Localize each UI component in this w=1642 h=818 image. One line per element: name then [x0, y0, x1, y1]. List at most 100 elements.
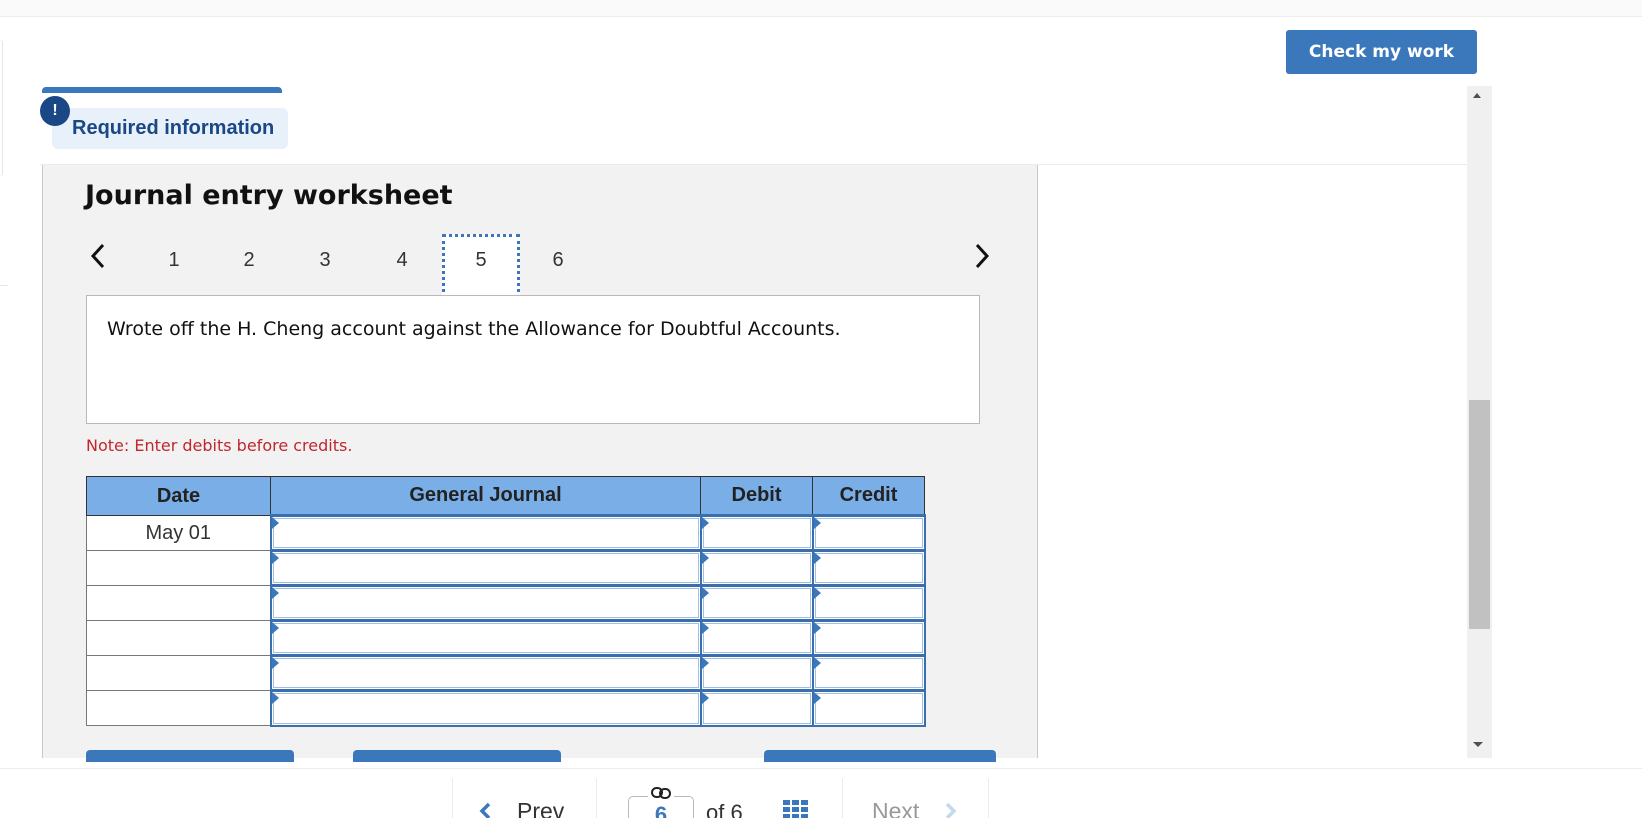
- date-cell[interactable]: [86, 550, 271, 586]
- record-entry-button[interactable]: [86, 750, 294, 762]
- dropdown-flag-icon: [271, 587, 279, 599]
- credit-cell[interactable]: [811, 619, 926, 657]
- dropdown-flag-icon: [271, 692, 279, 704]
- grid-icon[interactable]: [783, 800, 809, 818]
- worksheet-title: Journal entry worksheet: [85, 180, 453, 211]
- debit-input[interactable]: [702, 693, 811, 724]
- general-journal-cell[interactable]: [269, 549, 702, 587]
- scroll-up-arrow-icon[interactable]: [1473, 93, 1481, 98]
- step-6[interactable]: 6: [519, 234, 597, 298]
- footer-separator: [596, 778, 597, 818]
- debit-cell[interactable]: [699, 584, 814, 622]
- dropdown-flag-icon: [701, 552, 709, 564]
- debit-input[interactable]: [702, 553, 811, 583]
- dropdown-flag-icon: [813, 622, 821, 634]
- step-1[interactable]: 1: [135, 234, 213, 298]
- step-2[interactable]: 2: [210, 234, 288, 298]
- page-count-label: of 6: [706, 800, 743, 818]
- general-journal-cell[interactable]: [269, 619, 702, 657]
- credit-cell[interactable]: [811, 689, 926, 727]
- debit-cell[interactable]: [699, 549, 814, 587]
- footer-separator: [452, 778, 453, 818]
- general-journal-input[interactable]: [272, 588, 699, 618]
- dropdown-flag-icon: [701, 517, 709, 529]
- required-info-tab-bar: [42, 87, 282, 93]
- step-3[interactable]: 3: [286, 234, 364, 298]
- chevron-left-icon[interactable]: [478, 802, 492, 818]
- credit-cell[interactable]: [811, 549, 926, 587]
- dropdown-flag-icon: [813, 517, 821, 529]
- general-journal-cell[interactable]: [269, 514, 702, 552]
- scroll-down-arrow-icon[interactable]: [1473, 742, 1483, 747]
- table-row: May 01: [86, 514, 926, 552]
- step-5-active[interactable]: 5: [442, 234, 520, 298]
- dropdown-flag-icon: [271, 622, 279, 634]
- credit-input[interactable]: [814, 518, 923, 548]
- debit-input[interactable]: [702, 588, 811, 618]
- view-general-journal-button[interactable]: [764, 750, 996, 762]
- general-journal-input[interactable]: [272, 518, 699, 548]
- dropdown-flag-icon: [813, 657, 821, 669]
- column-header-debit: Debit: [700, 476, 813, 516]
- credit-cell[interactable]: [811, 654, 926, 692]
- left-frame-edge: [0, 40, 3, 176]
- prev-button[interactable]: Prev: [517, 798, 564, 818]
- general-journal-input[interactable]: [272, 553, 699, 583]
- general-journal-input[interactable]: [272, 658, 699, 688]
- left-frame-line: [0, 285, 8, 286]
- date-cell[interactable]: [86, 585, 271, 621]
- debit-input[interactable]: [702, 623, 811, 653]
- credit-input[interactable]: [814, 588, 923, 618]
- transaction-description: Wrote off the H. Cheng account against t…: [107, 318, 841, 340]
- debit-cell[interactable]: [699, 514, 814, 552]
- dropdown-flag-icon: [271, 657, 279, 669]
- date-cell[interactable]: May 01: [86, 515, 271, 551]
- debits-note: Note: Enter debits before credits.: [86, 436, 353, 455]
- dropdown-flag-icon: [701, 657, 709, 669]
- credit-input[interactable]: [814, 693, 923, 724]
- date-cell[interactable]: [86, 690, 271, 726]
- general-journal-cell[interactable]: [269, 654, 702, 692]
- debit-cell[interactable]: [699, 654, 814, 692]
- exclamation-icon: !: [40, 96, 70, 126]
- general-journal-cell[interactable]: [269, 689, 702, 727]
- credit-input[interactable]: [814, 658, 923, 688]
- general-journal-input[interactable]: [272, 623, 699, 653]
- credit-cell[interactable]: [811, 584, 926, 622]
- general-journal-cell[interactable]: [269, 584, 702, 622]
- general-journal-table: Date General Journal Debit Credit May 01: [86, 476, 926, 727]
- credit-input[interactable]: [814, 553, 923, 583]
- dropdown-flag-icon: [813, 552, 821, 564]
- dropdown-flag-icon: [271, 552, 279, 564]
- date-cell[interactable]: [86, 655, 271, 691]
- chevron-right-icon[interactable]: [970, 240, 994, 272]
- debit-cell[interactable]: [699, 619, 814, 657]
- dropdown-flag-icon: [701, 692, 709, 704]
- general-journal-input[interactable]: [272, 693, 699, 724]
- chevron-right-icon[interactable]: [944, 802, 958, 818]
- table-row: [86, 654, 926, 692]
- credit-input[interactable]: [814, 623, 923, 653]
- credit-cell[interactable]: [811, 514, 926, 552]
- dropdown-flag-icon: [813, 692, 821, 704]
- debit-input[interactable]: [702, 518, 811, 548]
- table-row: [86, 689, 926, 727]
- debit-cell[interactable]: [699, 689, 814, 727]
- footer-separator: [842, 778, 843, 818]
- dropdown-flag-icon: [701, 587, 709, 599]
- column-header-credit: Credit: [812, 476, 925, 516]
- next-button[interactable]: Next: [872, 798, 919, 818]
- column-header-general-journal: General Journal: [270, 476, 701, 516]
- debit-input[interactable]: [702, 658, 811, 688]
- dropdown-flag-icon: [271, 517, 279, 529]
- scrollbar-thumb[interactable]: [1469, 400, 1490, 629]
- check-my-work-button[interactable]: Check my work: [1286, 30, 1477, 74]
- link-icon: [648, 786, 674, 800]
- date-cell[interactable]: [86, 620, 271, 656]
- table-row: [86, 619, 926, 657]
- step-4[interactable]: 4: [363, 234, 441, 298]
- table-row: [86, 549, 926, 587]
- required-info-label[interactable]: Required information: [72, 117, 274, 140]
- chevron-left-icon[interactable]: [86, 240, 110, 272]
- clear-entry-button[interactable]: [353, 750, 561, 762]
